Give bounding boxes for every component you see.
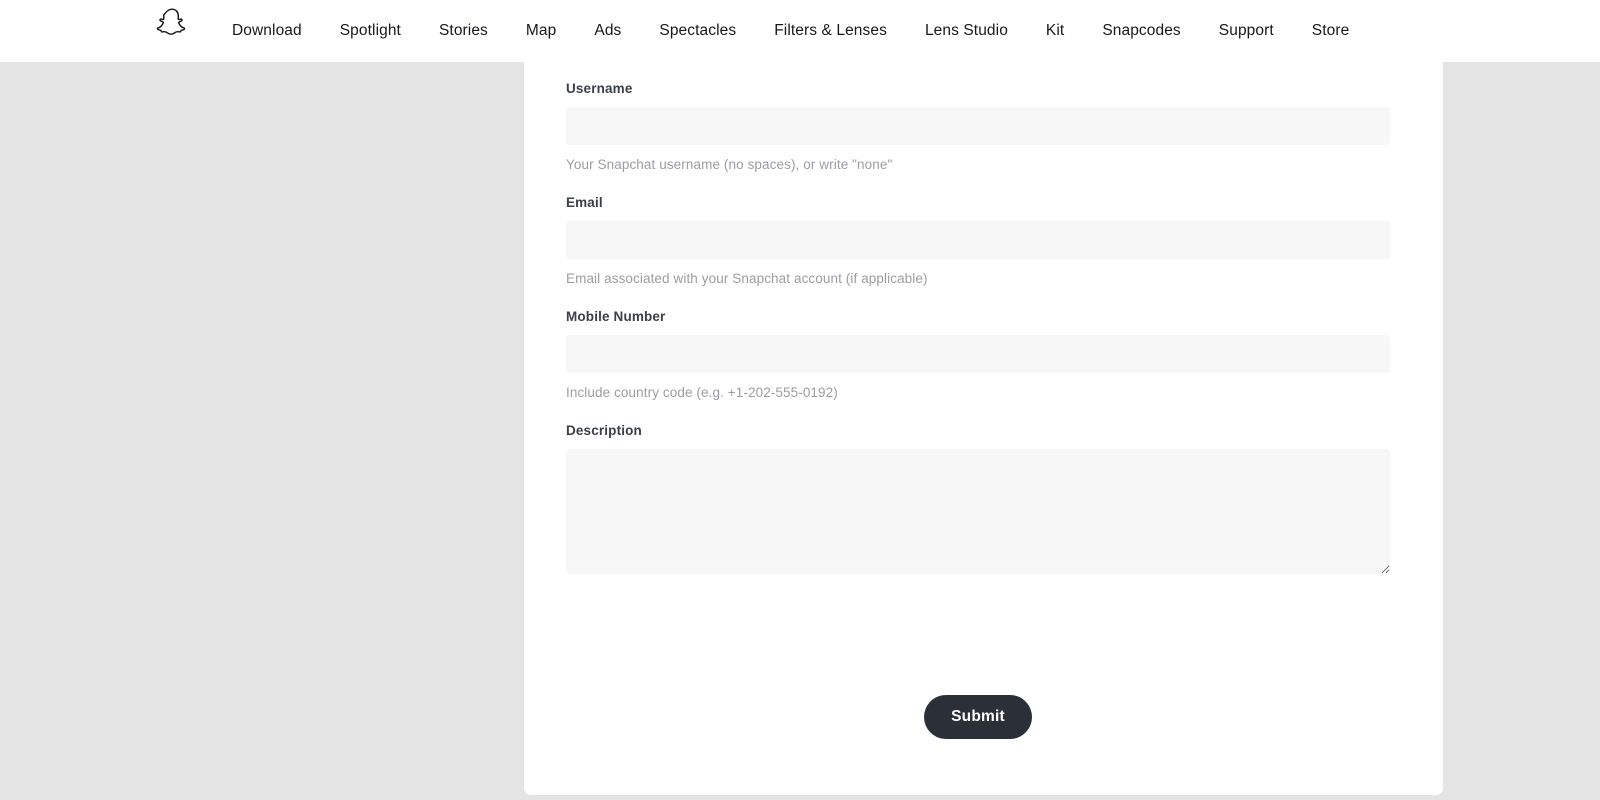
label-mobile-number: Mobile Number: [566, 309, 666, 324]
label-description: Description: [566, 423, 642, 438]
nav-link-store[interactable]: Store: [1312, 16, 1350, 46]
top-navigation-bar: Download Spotlight Stories Map Ads Spect…: [0, 0, 1600, 62]
nav-link-stories[interactable]: Stories: [439, 16, 488, 46]
nav-link-spotlight[interactable]: Spotlight: [340, 16, 401, 46]
nav-link-snapcodes[interactable]: Snapcodes: [1102, 16, 1180, 46]
support-form-card: Username Your Snapchat username (no spac…: [524, 62, 1443, 795]
description-textarea[interactable]: [566, 449, 1390, 574]
email-input[interactable]: [566, 221, 1390, 259]
field-group-username: Username Your Snapchat username (no spac…: [566, 81, 1390, 173]
field-group-mobile-number: Mobile Number Include country code (e.g.…: [566, 309, 1390, 401]
label-email: Email: [566, 195, 603, 210]
submit-button[interactable]: Submit: [924, 695, 1032, 739]
hint-email: Email associated with your Snapchat acco…: [566, 271, 928, 286]
submit-row: Submit: [566, 695, 1390, 739]
mobile-number-input[interactable]: [566, 335, 1390, 373]
username-input[interactable]: [566, 107, 1390, 145]
nav-link-kit[interactable]: Kit: [1046, 16, 1064, 46]
field-group-email: Email Email associated with your Snapcha…: [566, 195, 1390, 287]
nav-link-ads[interactable]: Ads: [594, 16, 621, 46]
nav-link-filters-lenses[interactable]: Filters & Lenses: [774, 16, 887, 46]
nav-link-map[interactable]: Map: [526, 16, 556, 46]
nav-links: Download Spotlight Stories Map Ads Spect…: [232, 0, 1349, 62]
nav-link-support[interactable]: Support: [1219, 16, 1274, 46]
nav-link-lens-studio[interactable]: Lens Studio: [925, 16, 1008, 46]
hint-username: Your Snapchat username (no spaces), or w…: [566, 157, 893, 172]
nav-link-download[interactable]: Download: [232, 16, 302, 46]
label-username: Username: [566, 81, 633, 96]
nav-link-spectacles[interactable]: Spectacles: [659, 16, 736, 46]
hint-mobile-number: Include country code (e.g. +1-202-555-01…: [566, 385, 838, 400]
snapchat-ghost-icon[interactable]: [152, 3, 192, 43]
field-group-description: Description: [566, 423, 1390, 574]
